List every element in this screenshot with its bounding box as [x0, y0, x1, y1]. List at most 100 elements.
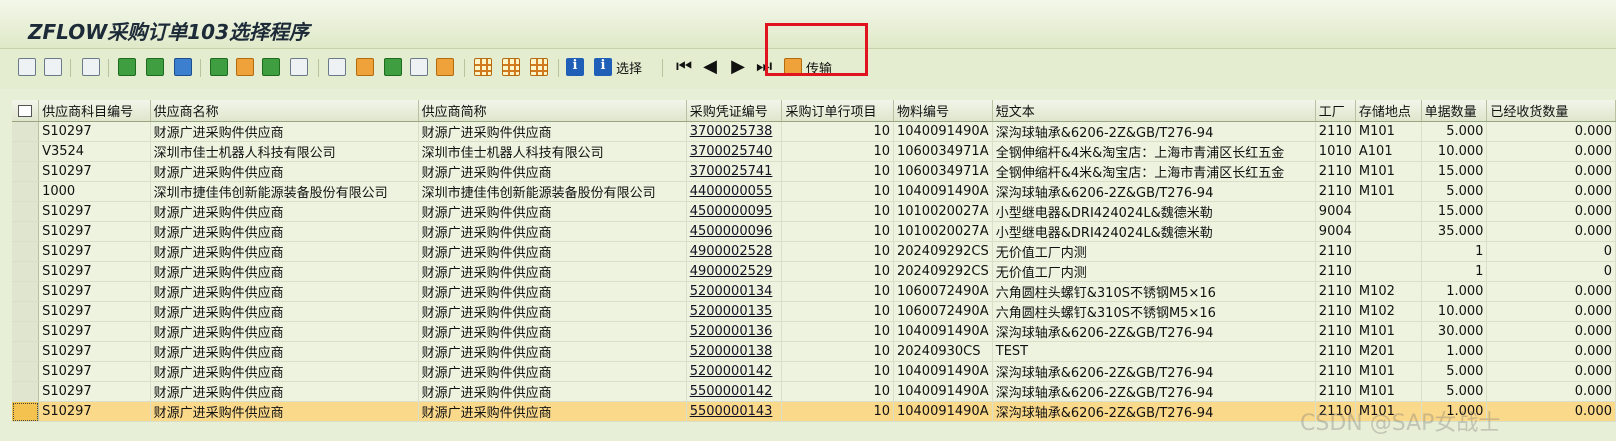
choose-detail-button[interactable]: [44, 56, 62, 78]
po-number-link[interactable]: 4900002529: [690, 264, 773, 279]
save-layout-button[interactable]: [530, 56, 548, 78]
column-header[interactable]: 采购凭证编号: [686, 100, 783, 122]
details-button[interactable]: [18, 56, 36, 78]
po-number-link[interactable]: 3700025740: [690, 144, 773, 159]
table-row[interactable]: S10297 财源广进采购件供应商 财源广进采购件供应商 4900002529 10 20…: [12, 261, 1616, 282]
table-cell[interactable]: 4500000095: [686, 201, 783, 222]
print-preview-button[interactable]: [262, 56, 280, 78]
table-row[interactable]: S10297 财源广进采购件供应商 财源广进采购件供应商 4900002528 10 20…: [12, 241, 1616, 262]
select-button[interactable]: i 选择: [594, 56, 642, 78]
select-all-cell[interactable]: [12, 100, 40, 122]
filter-button[interactable]: [174, 56, 192, 78]
word-processing-button[interactable]: [356, 56, 374, 78]
table-row[interactable]: S10297 财源广进采购件供应商 财源广进采购件供应商 5200000136 10 10…: [12, 321, 1616, 342]
sort-descending-button[interactable]: [146, 56, 164, 78]
table-row[interactable]: S10297 财源广进采购件供应商 财源广进采购件供应商 5200000142 10 10…: [12, 361, 1616, 382]
row-selector[interactable]: [12, 181, 40, 202]
table-cell[interactable]: 4900002529: [686, 261, 783, 282]
table-cell[interactable]: 5200000136: [686, 321, 783, 342]
table-row[interactable]: V3524 深圳市佳士机器人科技有限公司 深圳市佳士机器人科技有限公司 3700025…: [12, 141, 1616, 162]
po-number-link[interactable]: 3700025738: [690, 124, 773, 139]
row-selector[interactable]: [12, 241, 40, 262]
total-button[interactable]: [210, 56, 228, 78]
po-number-link[interactable]: 5200000138: [690, 344, 773, 359]
select-button-label: 选择: [616, 61, 643, 77]
send-button[interactable]: [410, 56, 428, 78]
column-header[interactable]: 工厂: [1315, 100, 1356, 122]
table-cell[interactable]: 5200000135: [686, 301, 783, 322]
po-number-link[interactable]: 4500000096: [690, 224, 773, 239]
table-cell[interactable]: 3700025738: [686, 121, 783, 142]
row-selector[interactable]: [12, 141, 40, 162]
po-number-link[interactable]: 5500000142: [690, 384, 773, 399]
table-row[interactable]: S10297 财源广进采购件供应商 财源广进采购件供应商 5200000134 10 10…: [12, 281, 1616, 302]
table-row[interactable]: 1000 深圳市捷佳伟创新能源装备股份有限公司 深圳市捷佳伟创新能源装备股份有限公司…: [12, 181, 1616, 202]
table-cell: 2110: [1315, 381, 1356, 402]
table-cell[interactable]: 3700025740: [686, 141, 783, 162]
column-header[interactable]: 已经收货数量: [1486, 100, 1616, 122]
table-cell[interactable]: 5200000142: [686, 361, 783, 382]
row-selector[interactable]: [12, 321, 40, 342]
column-header[interactable]: 供应商名称: [150, 100, 419, 122]
table-cell[interactable]: 5200000134: [686, 281, 783, 302]
po-number-link[interactable]: 5200000142: [690, 364, 773, 379]
row-selector[interactable]: [12, 341, 40, 362]
row-selector[interactable]: [12, 261, 40, 282]
spreadsheet-icon: [328, 58, 346, 76]
po-number-link[interactable]: 4500000095: [690, 204, 773, 219]
row-selector[interactable]: [12, 161, 40, 182]
local-file-button[interactable]: [384, 56, 402, 78]
first-page-icon: ⏮: [676, 56, 693, 77]
row-selector[interactable]: [12, 301, 40, 322]
table-cell[interactable]: 5200000138: [686, 341, 783, 362]
next-page-button[interactable]: ▶: [730, 56, 746, 78]
row-selector[interactable]: [12, 401, 40, 422]
table-cell[interactable]: 5500000143: [686, 401, 783, 422]
row-selector[interactable]: [12, 281, 40, 302]
table-row[interactable]: S10297 财源广进采购件供应商 财源广进采购件供应商 5500000143 10 10…: [12, 401, 1616, 422]
po-number-link[interactable]: 5200000136: [690, 324, 773, 339]
column-header[interactable]: 供应商科目编号: [38, 100, 151, 122]
row-selector[interactable]: [12, 361, 40, 382]
column-header[interactable]: 采购订单行项目: [781, 100, 894, 122]
po-number-link[interactable]: 5500000143: [690, 404, 773, 419]
table-row[interactable]: S10297 财源广进采购件供应商 财源广进采购件供应商 4500000096 10 10…: [12, 221, 1616, 242]
page-title: ZFLOW采购订单103选择程序: [28, 20, 310, 44]
select-layout-button[interactable]: [502, 56, 520, 78]
sort-ascending-button[interactable]: [118, 56, 136, 78]
refresh-button[interactable]: [82, 56, 100, 78]
po-number-link[interactable]: 3700025741: [690, 164, 773, 179]
po-number-link[interactable]: 5200000134: [690, 284, 773, 299]
table-row[interactable]: S10297 财源广进采购件供应商 财源广进采购件供应商 5200000138 10 20…: [12, 341, 1616, 362]
subtotal-button[interactable]: [236, 56, 254, 78]
column-header[interactable]: 单据数量: [1421, 100, 1488, 122]
table-row[interactable]: S10297 财源广进采购件供应商 财源广进采购件供应商 3700025741 10 10…: [12, 161, 1616, 182]
column-header[interactable]: 供应商简称: [418, 100, 687, 122]
po-number-link[interactable]: 5200000135: [690, 304, 773, 319]
spreadsheet-button[interactable]: [328, 56, 346, 78]
table-cell[interactable]: 5500000142: [686, 381, 783, 402]
abc-analysis-button[interactable]: [436, 56, 454, 78]
export-button[interactable]: [290, 56, 308, 78]
row-selector[interactable]: [12, 221, 40, 242]
column-header[interactable]: 存储地点: [1355, 100, 1422, 122]
column-header[interactable]: 物料编号: [893, 100, 993, 122]
table-cell[interactable]: 3700025741: [686, 161, 783, 182]
previous-page-button[interactable]: ◀: [702, 56, 718, 78]
table-cell[interactable]: 4900002528: [686, 241, 783, 262]
change-layout-button[interactable]: [474, 56, 492, 78]
table-row[interactable]: S10297 财源广进采购件供应商 财源广进采购件供应商 3700025738 10 10…: [12, 121, 1616, 142]
table-row[interactable]: S10297 财源广进采购件供应商 财源广进采购件供应商 5500000142 10 10…: [12, 381, 1616, 402]
row-selector[interactable]: [12, 201, 40, 222]
row-selector[interactable]: [12, 121, 40, 142]
table-row[interactable]: S10297 财源广进采购件供应商 财源广进采购件供应商 5200000135 10 10…: [12, 301, 1616, 322]
table-cell[interactable]: 4500000096: [686, 221, 783, 242]
po-number-link[interactable]: 4400000055: [690, 184, 773, 199]
information-button[interactable]: i: [566, 56, 584, 78]
first-page-button[interactable]: ⏮: [676, 56, 692, 78]
column-header[interactable]: 短文本: [992, 100, 1316, 122]
po-number-link[interactable]: 4900002528: [690, 244, 773, 259]
table-cell[interactable]: 4400000055: [686, 181, 783, 202]
row-selector[interactable]: [12, 381, 40, 402]
table-row[interactable]: S10297 财源广进采购件供应商 财源广进采购件供应商 4500000095 10 10…: [12, 201, 1616, 222]
